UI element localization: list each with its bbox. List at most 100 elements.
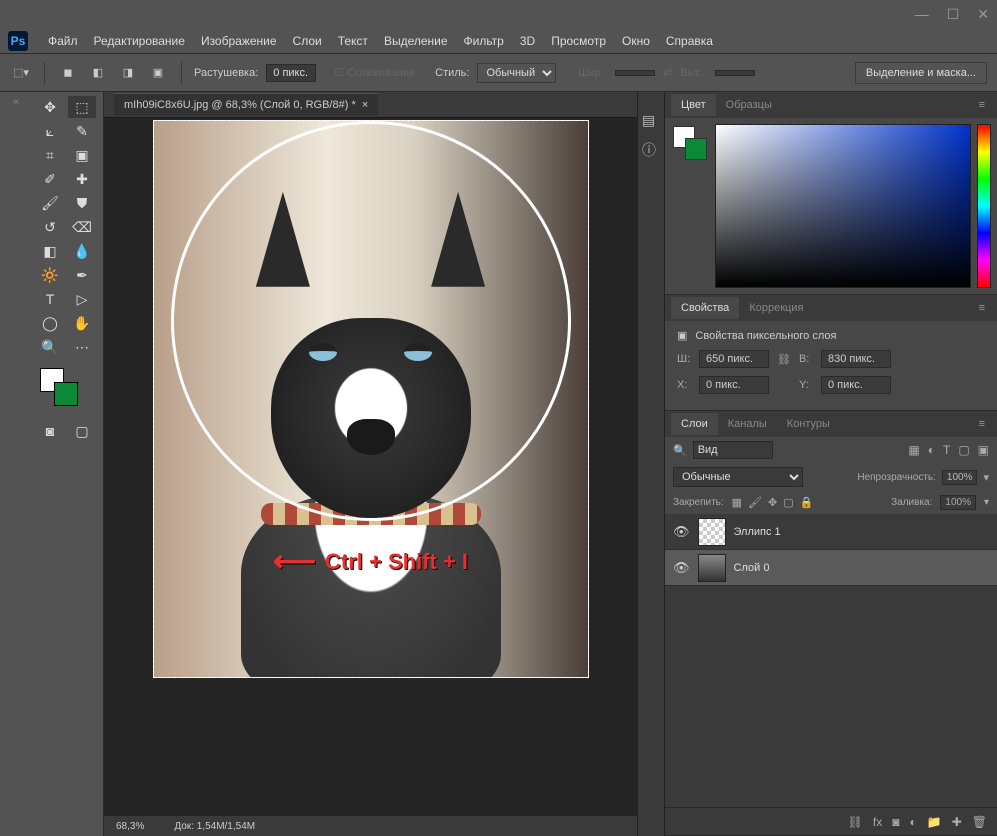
add-selection-icon[interactable]: ◧ bbox=[87, 63, 109, 83]
color-field[interactable] bbox=[715, 124, 971, 288]
lock-position-icon[interactable]: ✥ bbox=[768, 496, 777, 509]
visibility-icon[interactable]: 👁 bbox=[673, 560, 690, 576]
subtract-selection-icon[interactable]: ◨ bbox=[117, 63, 139, 83]
new-selection-icon[interactable]: ◼ bbox=[57, 63, 79, 83]
tab-properties[interactable]: Свойства bbox=[671, 297, 739, 319]
eyedropper-tool[interactable]: ✐ bbox=[36, 168, 64, 190]
filter-adjust-icon[interactable]: ◐ bbox=[928, 443, 935, 457]
marquee-tool[interactable]: ⬚ bbox=[68, 96, 96, 118]
document-tab[interactable]: mIh09iC8x6U.jpg @ 68,3% (Слой 0, RGB/8#)… bbox=[114, 93, 378, 116]
maximize-button[interactable]: ☐ bbox=[947, 6, 960, 23]
lock-paint-icon[interactable]: 🖌 bbox=[748, 496, 762, 509]
history-panel-icon[interactable]: ▤ bbox=[642, 112, 660, 130]
intersect-selection-icon[interactable]: ▣ bbox=[147, 63, 169, 83]
fx-icon[interactable]: fx bbox=[873, 815, 882, 829]
panel-menu-icon[interactable]: ≡ bbox=[973, 418, 991, 430]
type-tool[interactable]: T bbox=[36, 288, 64, 310]
marquee-tool-icon[interactable]: ⬚▾ bbox=[10, 63, 32, 83]
tab-swatches[interactable]: Образцы bbox=[716, 94, 782, 116]
status-zoom[interactable]: 68,3% bbox=[116, 821, 144, 832]
opacity-value[interactable]: 100% bbox=[942, 470, 978, 485]
delete-layer-icon[interactable]: 🗑 bbox=[972, 815, 987, 829]
move-tool[interactable]: ✥ bbox=[36, 96, 64, 118]
visibility-icon[interactable]: 👁 bbox=[673, 524, 690, 540]
width-value[interactable]: 650 пикс. bbox=[699, 350, 769, 368]
history-brush-tool[interactable]: ↺ bbox=[36, 216, 64, 238]
tab-paths[interactable]: Контуры bbox=[777, 413, 840, 435]
x-value[interactable]: 0 пикс. bbox=[699, 376, 769, 394]
group-icon[interactable]: 📁 bbox=[927, 815, 942, 829]
close-button[interactable]: ✕ bbox=[977, 6, 989, 23]
layer-thumbnail[interactable] bbox=[698, 554, 726, 582]
panel-menu-icon[interactable]: ≡ bbox=[973, 99, 991, 111]
panel-menu-icon[interactable]: ≡ bbox=[973, 302, 991, 314]
color-swatches[interactable] bbox=[36, 368, 98, 408]
layer-name[interactable]: Слой 0 bbox=[734, 562, 770, 574]
gradient-tool[interactable]: ◧ bbox=[36, 240, 64, 262]
quick-select-tool[interactable]: ✎ bbox=[68, 120, 96, 142]
menu-layer[interactable]: Слои bbox=[285, 30, 330, 52]
canvas[interactable]: ⟵ Ctrl + Shift + I bbox=[153, 120, 589, 678]
menu-type[interactable]: Текст bbox=[330, 30, 376, 52]
background-swatch[interactable] bbox=[54, 382, 78, 406]
blur-tool[interactable]: 💧 bbox=[68, 240, 96, 262]
crop-tool[interactable]: ⌗ bbox=[36, 144, 64, 166]
stamp-tool[interactable]: ⛊ bbox=[68, 192, 96, 214]
zoom-tool[interactable]: 🔍 bbox=[36, 336, 64, 358]
shape-tool[interactable]: ◯ bbox=[36, 312, 64, 334]
tab-channels[interactable]: Каналы bbox=[718, 413, 777, 435]
menu-help[interactable]: Справка bbox=[658, 30, 721, 52]
style-select[interactable]: Обычный bbox=[477, 63, 556, 83]
lock-all-icon[interactable]: 🔒 bbox=[800, 496, 814, 509]
extra-tool[interactable]: ⋯ bbox=[68, 336, 96, 358]
color-swatch-pair[interactable] bbox=[671, 124, 709, 288]
filter-pixel-icon[interactable]: ▦ bbox=[908, 443, 919, 457]
dodge-tool[interactable]: 🔆 bbox=[36, 264, 64, 286]
filter-type-icon[interactable]: T bbox=[943, 443, 950, 457]
menu-3d[interactable]: 3D bbox=[512, 30, 543, 52]
expand-icon[interactable]: « bbox=[13, 96, 19, 108]
mask-icon[interactable]: ◙ bbox=[892, 815, 899, 829]
menu-select[interactable]: Выделение bbox=[376, 30, 456, 52]
menu-image[interactable]: Изображение bbox=[193, 30, 285, 52]
blend-mode-select[interactable]: Обычные bbox=[673, 467, 803, 487]
menu-view[interactable]: Просмотр bbox=[543, 30, 614, 52]
quick-mask-icon[interactable]: ◙ bbox=[36, 420, 64, 442]
bg-swatch[interactable] bbox=[685, 138, 707, 160]
frame-tool[interactable]: ▣ bbox=[68, 144, 96, 166]
link-wh-icon[interactable]: ⛓ bbox=[777, 353, 791, 366]
filter-smart-icon[interactable]: ▣ bbox=[978, 443, 989, 457]
eraser-tool[interactable]: ⌫ bbox=[68, 216, 96, 238]
screen-mode-icon[interactable]: ▢ bbox=[68, 420, 96, 442]
layer-name[interactable]: Эллипс 1 bbox=[734, 526, 781, 538]
lock-pixels-icon[interactable]: ▦ bbox=[732, 496, 742, 509]
link-layers-icon[interactable]: ⛓ bbox=[848, 815, 863, 829]
menu-window[interactable]: Окно bbox=[614, 30, 658, 52]
filter-shape-icon[interactable]: ▢ bbox=[958, 443, 969, 457]
height-value[interactable]: 830 пикс. bbox=[821, 350, 891, 368]
layer-row[interactable]: 👁 Слой 0 bbox=[665, 550, 997, 586]
fill-value[interactable]: 100% bbox=[940, 495, 976, 510]
hue-slider[interactable] bbox=[977, 124, 991, 288]
layer-filter-input[interactable] bbox=[693, 441, 773, 459]
lasso-tool[interactable]: ⟀ bbox=[36, 120, 64, 142]
y-value[interactable]: 0 пикс. bbox=[821, 376, 891, 394]
select-and-mask-button[interactable]: Выделение и маска... bbox=[855, 62, 987, 84]
menu-file[interactable]: Файл bbox=[40, 30, 86, 52]
brush-tool[interactable]: 🖌 bbox=[36, 192, 64, 214]
minimize-button[interactable]: — bbox=[915, 6, 929, 23]
adjustment-icon[interactable]: ◐ bbox=[910, 815, 917, 829]
canvas-viewport[interactable]: ⟵ Ctrl + Shift + I bbox=[104, 118, 637, 816]
hand-tool[interactable]: ✋ bbox=[68, 312, 96, 334]
layer-row[interactable]: 👁 Эллипс 1 bbox=[665, 514, 997, 550]
tab-color[interactable]: Цвет bbox=[671, 94, 716, 116]
lock-artboard-icon[interactable]: ▢ bbox=[783, 496, 793, 509]
tab-adjustments[interactable]: Коррекция bbox=[739, 297, 813, 319]
healing-tool[interactable]: ✚ bbox=[68, 168, 96, 190]
tab-layers[interactable]: Слои bbox=[671, 413, 718, 435]
feather-input[interactable]: 0 пикс. bbox=[266, 64, 316, 82]
menu-edit[interactable]: Редактирование bbox=[86, 30, 193, 52]
menu-filter[interactable]: Фильтр bbox=[456, 30, 512, 52]
info-panel-icon[interactable]: ⓘ bbox=[642, 140, 660, 158]
pen-tool[interactable]: ✒ bbox=[68, 264, 96, 286]
